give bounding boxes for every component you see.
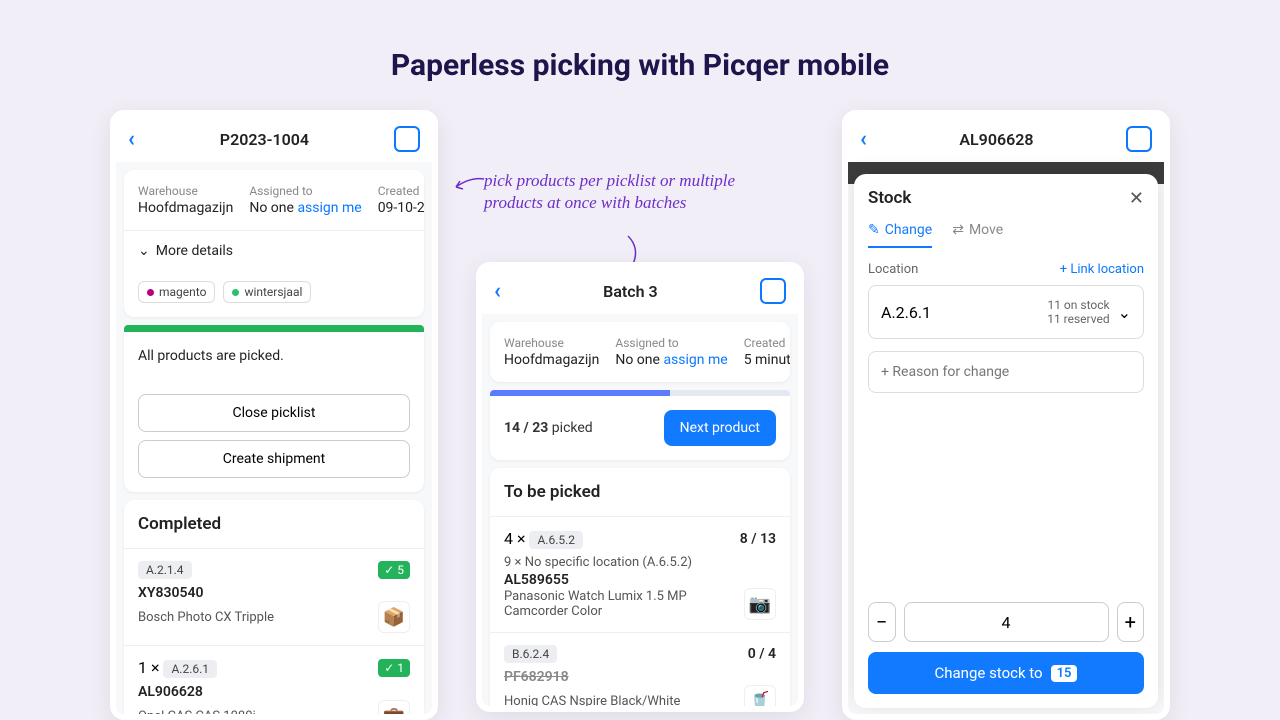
quantity-badge: ✓ 1 xyxy=(378,659,410,677)
scan-icon[interactable] xyxy=(760,278,786,304)
progress-bar xyxy=(490,390,790,396)
dot-icon xyxy=(147,289,154,296)
chevron-down-icon: ⌄ xyxy=(1118,303,1131,322)
product-thumb: 💼 xyxy=(378,700,410,720)
chevron-down-icon: ⌄ xyxy=(138,243,150,259)
page-title: Paperless picking with Picqer mobile xyxy=(0,0,1280,83)
location-label: Location xyxy=(868,262,918,277)
pencil-icon: ✎ xyxy=(868,222,880,238)
qty-text: 4 × xyxy=(504,529,526,548)
list-item[interactable]: A.2.1.4 ✓ 5 XY830540 Bosch Photo CX Tripp… xyxy=(124,548,424,645)
created-label: Created xyxy=(378,184,424,198)
warehouse-label: Warehouse xyxy=(138,184,233,198)
back-icon[interactable]: ‹ xyxy=(860,127,867,152)
phone-batch: ‹ Batch 3 Warehouse Hoofdmagazijn Assigne… xyxy=(476,262,804,712)
product-thumb: 🥤 xyxy=(744,685,776,712)
back-icon[interactable]: ‹ xyxy=(494,279,501,304)
reason-input[interactable] xyxy=(868,351,1144,393)
created-label: Created xyxy=(744,336,790,350)
sku: AL589655 xyxy=(504,572,776,588)
qty-text: 1 × xyxy=(138,658,160,677)
assigned-value: No one xyxy=(615,352,660,368)
created-value: 09-10-2 xyxy=(378,200,424,216)
product-name: Honig CAS Nspire Black/White xyxy=(504,694,680,709)
link-location-button[interactable]: + Link location xyxy=(1060,262,1144,277)
sku: PF682918 xyxy=(504,669,776,685)
location-pill: A.2.6.1 xyxy=(163,660,217,678)
annotation-batches: pick products per picklist or multiple p… xyxy=(484,170,744,214)
location-pill: B.6.2.4 xyxy=(504,645,557,663)
create-shipment-button[interactable]: Create shipment xyxy=(138,440,410,478)
assign-me-link[interactable]: assign me xyxy=(297,200,361,216)
back-icon[interactable]: ‹ xyxy=(128,127,135,152)
sku: AL906628 xyxy=(138,684,410,700)
change-stock-button[interactable]: Change stock to15 xyxy=(868,652,1144,694)
decrement-button[interactable]: − xyxy=(868,602,896,642)
assigned-value: No one xyxy=(249,200,294,216)
created-value: 5 minut xyxy=(744,352,790,368)
assigned-label: Assigned to xyxy=(615,336,727,350)
header-title: AL906628 xyxy=(959,130,1033,149)
dot-icon xyxy=(232,289,239,296)
completed-heading: Completed xyxy=(124,500,424,548)
stock-panel: Stock ✕ ✎Change ⇄Move Location + Link loc… xyxy=(854,174,1158,708)
phone-stock: ‹ AL906628 Stock ✕ ✎Change ⇄Move Locatio… xyxy=(842,110,1170,720)
header-title: Batch 3 xyxy=(603,282,658,301)
tab-change[interactable]: ✎Change xyxy=(868,222,932,248)
product-thumb: 📦 xyxy=(378,601,410,633)
list-item[interactable]: 4 × A.6.5.2 8 / 13 9 × No specific locati… xyxy=(490,516,790,632)
quantity-input[interactable] xyxy=(904,602,1109,642)
assign-me-link[interactable]: assign me xyxy=(663,352,727,368)
product-name: Opel CAS CAS 1080i xyxy=(138,709,256,720)
count-text: 8 / 13 xyxy=(740,531,776,547)
to-be-picked-heading: To be picked xyxy=(490,468,790,516)
location-pill: A.6.5.2 xyxy=(529,531,583,549)
move-icon: ⇄ xyxy=(952,222,964,238)
warehouse-value: Hoofdmagazijn xyxy=(138,200,233,216)
tab-move[interactable]: ⇄Move xyxy=(952,222,1003,238)
warehouse-label: Warehouse xyxy=(504,336,599,350)
location-select[interactable]: A.2.6.1 11 on stock11 reserved⌄ xyxy=(868,285,1144,339)
progress-complete-bar xyxy=(124,325,424,332)
assigned-label: Assigned to xyxy=(249,184,361,198)
list-item[interactable]: 1 × A.2.6.1 ✓ 1 AL906628 Opel CAS CAS 108… xyxy=(124,645,424,720)
tag-magento[interactable]: magento xyxy=(138,281,215,303)
list-item[interactable]: B.6.2.4 0 / 4 PF682918 Honig CAS Nspire B… xyxy=(490,632,790,712)
phone-picklist: ‹ P2023-1004 Warehouse Hoofdmagazijn Assi… xyxy=(110,110,438,720)
quantity-badge: ✓ 5 xyxy=(378,561,410,579)
panel-title: Stock xyxy=(868,188,1144,208)
more-details-toggle[interactable]: ⌄More details xyxy=(124,230,424,271)
product-name: Panasonic Watch Lumix 1.5 MP Camcorder C… xyxy=(504,589,714,619)
location-value: A.2.6.1 xyxy=(881,303,931,322)
close-picklist-button[interactable]: Close picklist xyxy=(138,394,410,432)
tag-wintersjaal[interactable]: wintersjaal xyxy=(223,281,311,303)
scan-icon[interactable] xyxy=(1126,126,1152,152)
location-pill: A.2.1.4 xyxy=(138,561,192,579)
product-thumb: 📷 xyxy=(744,588,776,620)
warehouse-value: Hoofdmagazijn xyxy=(504,352,599,368)
status-message: All products are picked. xyxy=(124,332,424,380)
sku: XY830540 xyxy=(138,585,410,601)
header-title: P2023-1004 xyxy=(220,130,309,149)
increment-button[interactable]: + xyxy=(1117,602,1145,642)
close-icon[interactable]: ✕ xyxy=(1129,188,1144,209)
count-text: 0 / 4 xyxy=(748,646,776,662)
scan-icon[interactable] xyxy=(394,126,420,152)
next-product-button[interactable]: Next product xyxy=(664,410,776,446)
extra-location: 9 × No specific location (A.6.5.2) xyxy=(504,555,776,570)
product-name: Bosch Photo CX Tripple xyxy=(138,610,274,625)
